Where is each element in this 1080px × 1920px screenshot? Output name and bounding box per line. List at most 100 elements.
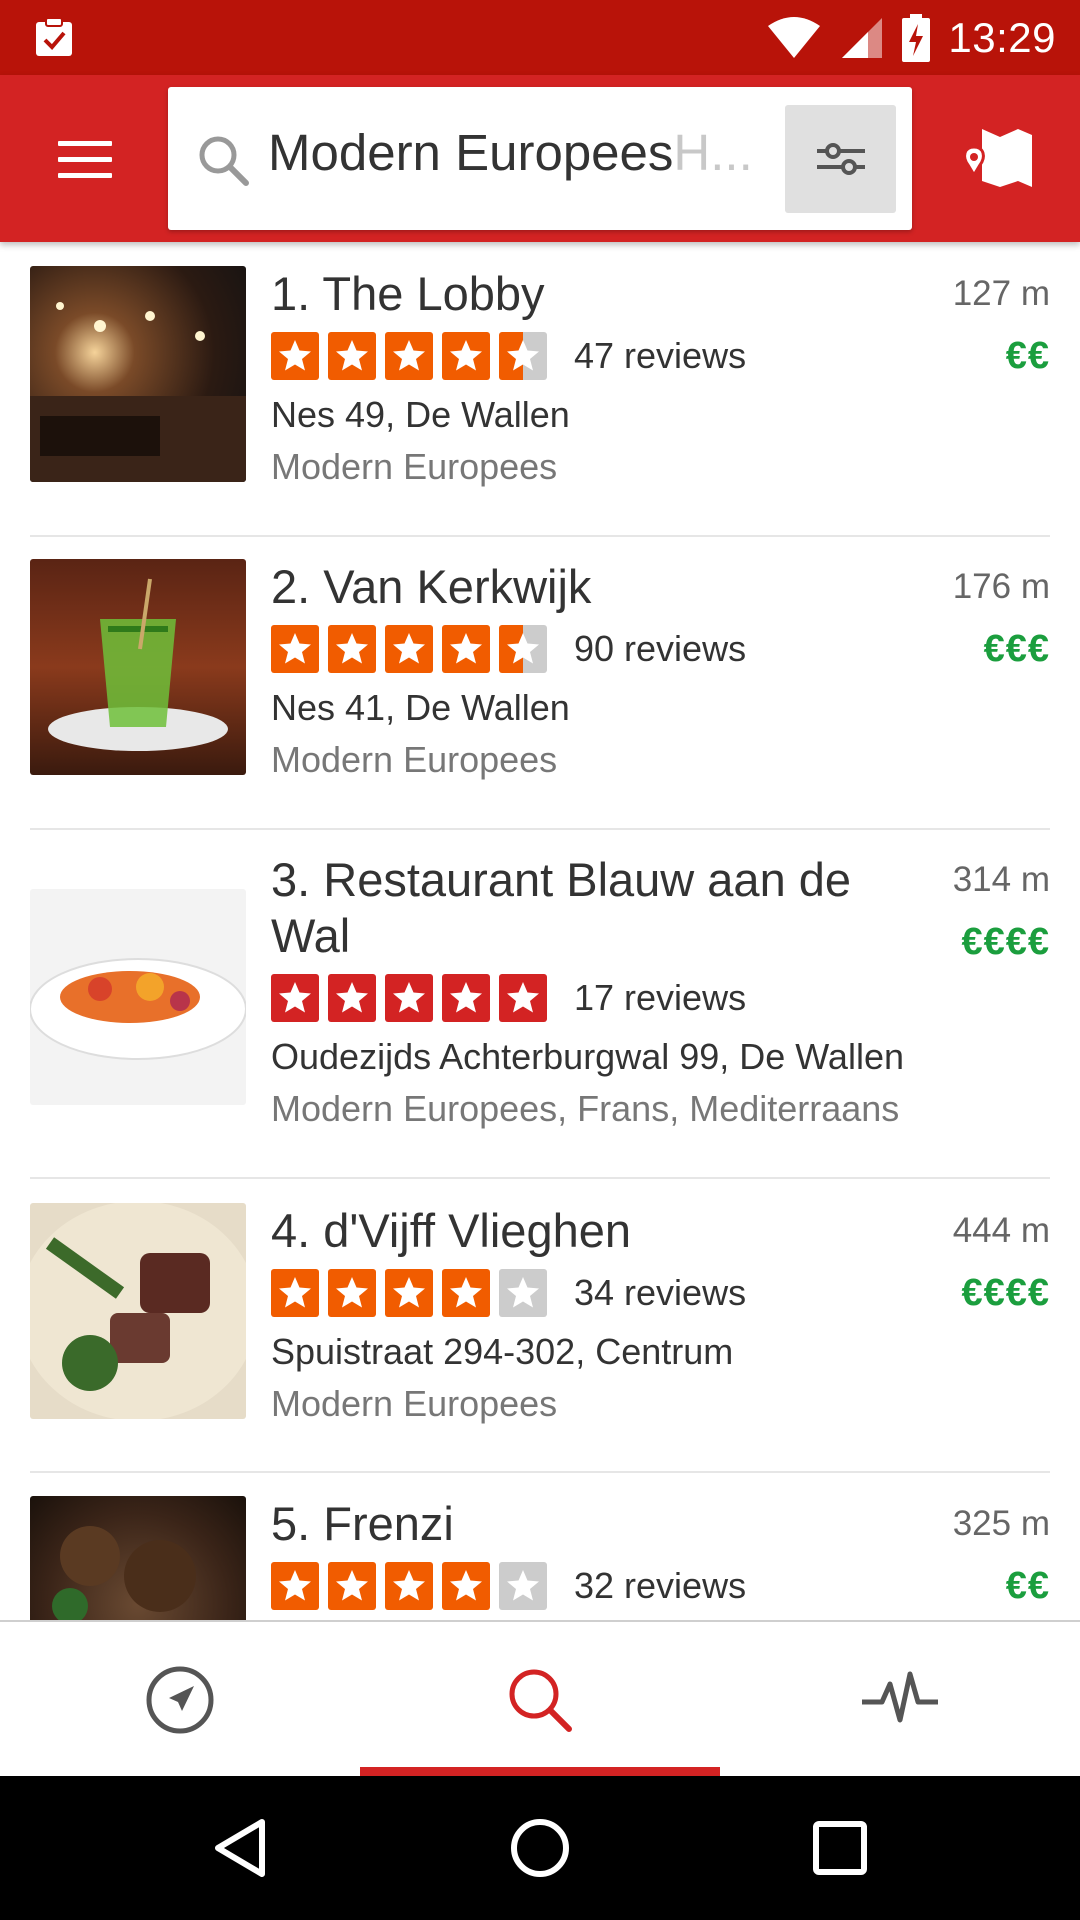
active-tab-indicator	[360, 1767, 720, 1776]
star-rating	[271, 332, 547, 380]
business-photo	[30, 559, 246, 775]
review-count: 47 reviews	[574, 335, 747, 376]
status-bar: 13:29	[0, 0, 1080, 75]
star-icon	[271, 1269, 319, 1317]
review-count: 34 reviews	[574, 1272, 747, 1313]
business-photo	[30, 266, 246, 482]
star-icon	[442, 974, 490, 1022]
bottom-navigation	[0, 1620, 1080, 1776]
review-count: 32 reviews	[574, 1565, 747, 1606]
business-address: Oudezijds Achterburgwal 99, De Wallen	[271, 1036, 904, 1077]
divider	[30, 1177, 1050, 1179]
map-pin-icon[interactable]	[960, 123, 1036, 193]
star-rating	[271, 974, 547, 1022]
nearby-compass-icon	[146, 1666, 214, 1734]
star-icon	[499, 1269, 547, 1317]
app-bar: Modern EuropeesH...	[0, 75, 1080, 242]
recents-icon[interactable]	[804, 1812, 876, 1884]
price-range: €€	[1005, 1565, 1050, 1607]
star-icon	[328, 1269, 376, 1317]
system-navigation-bar	[0, 1776, 1080, 1920]
search-query-text: Modern Europees	[268, 124, 674, 181]
results-list[interactable]: 1. The Lobby 47 reviews Nes 49, De Walle…	[0, 242, 1080, 1620]
search-icon	[199, 136, 249, 186]
business-name[interactable]: 4. d'Vijff Vlieghen	[271, 1203, 891, 1259]
search-input[interactable]: Modern EuropeesH...	[168, 87, 912, 230]
list-item[interactable]: 3. Restaurant Blauw aan de Wal 17 review…	[30, 852, 1050, 1142]
distance: 127 m	[952, 274, 1050, 313]
star-icon	[385, 1562, 433, 1610]
distance: 325 m	[952, 1504, 1050, 1543]
star-icon	[499, 625, 547, 673]
star-icon	[385, 974, 433, 1022]
business-address: Nes 41, De Wallen	[271, 687, 570, 728]
review-count: 90 reviews	[574, 628, 747, 669]
star-icon	[385, 1269, 433, 1317]
star-icon	[271, 1562, 319, 1610]
search-hint-overflow: H...	[673, 124, 753, 181]
business-name[interactable]: 1. The Lobby	[271, 266, 891, 322]
star-icon	[499, 332, 547, 380]
home-icon[interactable]	[504, 1812, 576, 1884]
business-category: Modern Europees	[271, 446, 558, 487]
star-icon	[442, 1269, 490, 1317]
divider	[30, 1471, 1050, 1473]
back-icon[interactable]	[204, 1812, 276, 1884]
star-icon	[442, 332, 490, 380]
search-query[interactable]: Modern EuropeesH...	[268, 123, 763, 182]
business-name[interactable]: 2. Van Kerkwijk	[271, 559, 891, 615]
business-category: Modern Europees	[271, 1383, 558, 1424]
battery-charging-icon	[902, 13, 931, 62]
business-category: Modern Europees	[271, 739, 558, 780]
star-rating	[271, 1269, 547, 1317]
business-category: Modern Europees, Frans, Mediterraans	[271, 1088, 900, 1129]
business-photo	[30, 1496, 246, 1620]
cell-signal-icon	[842, 17, 883, 58]
star-icon	[499, 974, 547, 1022]
list-item[interactable]: 5. Frenzi 32 reviews 325 m €€	[30, 1496, 1050, 1620]
star-icon	[328, 332, 376, 380]
business-photo	[30, 889, 246, 1105]
star-icon	[385, 625, 433, 673]
search-icon	[509, 1669, 572, 1732]
hamburger-menu-icon[interactable]	[40, 119, 130, 199]
clipboard-check-icon	[36, 17, 72, 56]
price-range: €€€€	[961, 921, 1050, 963]
filter-sliders-icon	[816, 143, 865, 175]
business-address: Spuistraat 294-302, Centrum	[271, 1331, 734, 1372]
tab-activity[interactable]	[720, 1622, 1080, 1778]
divider	[30, 828, 1050, 830]
distance: 176 m	[952, 567, 1050, 606]
divider	[30, 535, 1050, 537]
list-item[interactable]: 2. Van Kerkwijk 90 reviews Nes 41, De Wa…	[30, 559, 1050, 780]
price-range: €€€€	[961, 1272, 1050, 1314]
business-name[interactable]: 3. Restaurant Blauw aan de Wal	[271, 852, 891, 964]
business-name[interactable]: 5. Frenzi	[271, 1496, 891, 1552]
list-item[interactable]: 4. d'Vijff Vlieghen 34 reviews Spuistraa…	[30, 1203, 1050, 1424]
review-count: 17 reviews	[574, 977, 747, 1018]
business-photo	[30, 1203, 246, 1419]
star-icon	[328, 1562, 376, 1610]
star-icon	[385, 332, 433, 380]
distance: 444 m	[952, 1211, 1050, 1250]
tab-nearby[interactable]	[0, 1622, 360, 1778]
activity-pulse-icon	[862, 1671, 938, 1723]
distance: 314 m	[952, 860, 1050, 899]
star-icon	[271, 625, 319, 673]
star-icon	[271, 332, 319, 380]
star-icon	[442, 625, 490, 673]
star-icon	[271, 974, 319, 1022]
star-icon	[328, 974, 376, 1022]
star-rating	[271, 1562, 547, 1610]
price-range: €€€	[983, 628, 1050, 670]
business-address: Nes 49, De Wallen	[271, 394, 570, 435]
tab-search[interactable]	[360, 1622, 720, 1778]
star-icon	[499, 1562, 547, 1610]
star-icon	[442, 1562, 490, 1610]
price-range: €€	[1005, 335, 1050, 377]
filter-button[interactable]	[785, 105, 896, 213]
clock: 13:29	[948, 13, 1056, 61]
wifi-icon	[768, 16, 821, 58]
star-rating	[271, 625, 547, 673]
list-item[interactable]: 1. The Lobby 47 reviews Nes 49, De Walle…	[30, 266, 1050, 487]
